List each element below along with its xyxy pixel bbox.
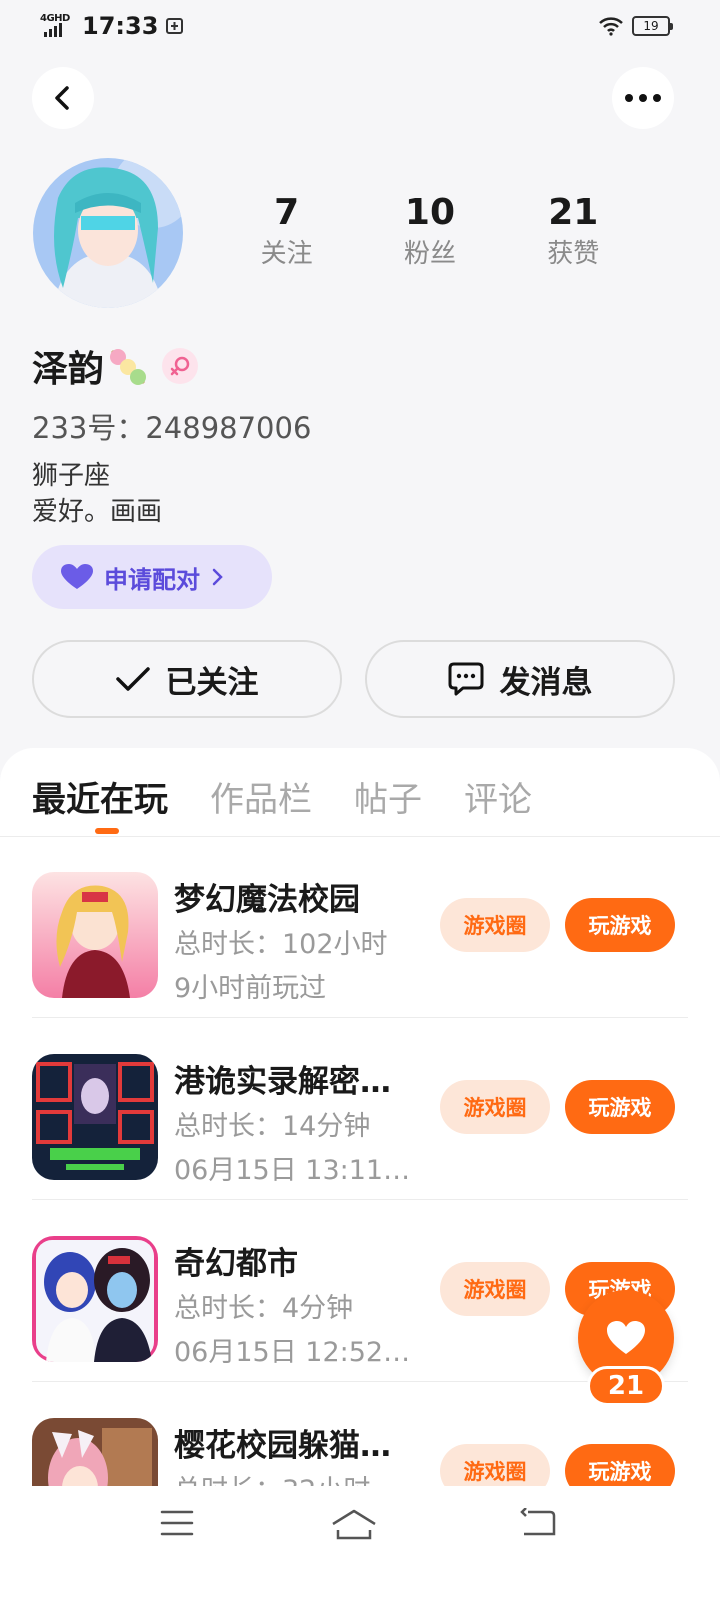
clock: 17:33	[82, 12, 159, 40]
game-title: 梦幻魔法校园	[174, 882, 360, 918]
game-duration: 总时长：102小时	[174, 929, 388, 960]
content-panel: 最近在玩 作品栏 帖子 评论 梦幻魔法校园 总时长：102小时 9小时前玩过 游…	[0, 748, 720, 1600]
user-bio: 狮子座 爱好。画画	[32, 458, 162, 530]
name-row: 泽韵	[32, 340, 199, 392]
game-title: 奇幻都市	[174, 1246, 298, 1282]
game-duration: 总时长：14分钟	[174, 1111, 371, 1142]
more-dots-icon	[625, 94, 661, 102]
user-name: 泽韵	[32, 349, 105, 390]
play-game-button[interactable]: 玩游戏	[565, 898, 675, 952]
heart-icon	[607, 1321, 645, 1354]
game-circle-button[interactable]: 游戏圈	[440, 898, 550, 952]
user-id: 233号：248987006	[32, 411, 312, 445]
following-count: 7	[274, 192, 300, 233]
chevron-right-icon	[212, 568, 223, 586]
screen-record-icon	[166, 18, 184, 34]
tab-works[interactable]: 作品栏	[210, 772, 312, 821]
tab-comments[interactable]: 评论	[464, 772, 532, 821]
likes-label: 获赞	[547, 239, 600, 269]
battery-icon: 19	[632, 16, 673, 36]
system-nav-bar	[0, 1486, 720, 1600]
game-duration: 总时长：4分钟	[174, 1293, 354, 1324]
stat-fans[interactable]: 10 粉丝	[365, 190, 495, 272]
fans-label: 粉丝	[403, 239, 456, 269]
game-last-played: 06月15日 13:11…	[174, 1155, 411, 1186]
following-button[interactable]: 已关注	[32, 640, 342, 718]
more-options-button[interactable]	[612, 67, 674, 129]
game-last-played: 9小时前玩过	[174, 973, 327, 1004]
profile-stats: 7 关注 10 粉丝 21 获赞	[215, 190, 645, 272]
wifi-icon	[599, 17, 623, 36]
stat-following[interactable]: 7 关注	[222, 190, 352, 272]
game-last-played: 06月15日 12:52…	[174, 1337, 411, 1368]
game-circle-button[interactable]: 游戏圈	[440, 1080, 550, 1134]
game-list-item[interactable]: 港诡实录解密… 总时长：14分钟 06月15日 13:11… 游戏圈 玩游戏	[32, 1018, 688, 1200]
likes-count: 21	[548, 192, 599, 233]
fans-count: 10	[404, 192, 456, 233]
send-message-label: 发消息	[499, 664, 593, 701]
dango-badge-icon	[110, 349, 147, 385]
menu-icon[interactable]	[160, 1508, 194, 1538]
bio-line: 爱好。画画	[32, 497, 163, 527]
tab-recently-played[interactable]: 最近在玩	[32, 772, 168, 821]
play-game-button[interactable]: 玩游戏	[565, 1080, 675, 1134]
like-count-badge: 21	[587, 1366, 665, 1406]
game-title: 港诡实录解密…	[174, 1064, 391, 1100]
apply-match-button[interactable]: 申请配对	[32, 545, 272, 609]
following-label: 关注	[260, 239, 313, 269]
cellular-signal-icon: 4GHD	[40, 13, 74, 39]
game-icon	[32, 1054, 158, 1180]
tab-bar: 最近在玩 作品栏 帖子 评论	[32, 772, 532, 821]
active-tab-indicator	[95, 828, 119, 834]
game-icon	[32, 872, 158, 998]
avatar[interactable]	[33, 158, 183, 308]
gender-female-icon	[162, 348, 199, 384]
apply-match-label: 申请配对	[104, 565, 200, 594]
tab-posts[interactable]: 帖子	[354, 772, 422, 821]
stat-likes[interactable]: 21 获赞	[508, 190, 638, 272]
chevron-left-icon	[55, 86, 69, 110]
back-button[interactable]	[32, 67, 94, 129]
check-icon	[115, 667, 150, 691]
bio-line: 狮子座	[32, 461, 111, 491]
game-icon	[32, 1236, 158, 1362]
back-nav-icon[interactable]	[520, 1508, 556, 1538]
game-title: 樱花校园躲猫…	[174, 1428, 391, 1464]
following-button-label: 已关注	[165, 664, 259, 701]
home-icon[interactable]	[330, 1508, 378, 1540]
game-list-item[interactable]: 梦幻魔法校园 总时长：102小时 9小时前玩过 游戏圈 玩游戏	[32, 836, 688, 1018]
chat-bubble-icon	[448, 662, 483, 696]
status-bar: 4GHD 17:33 19	[0, 0, 720, 56]
send-message-button[interactable]: 发消息	[365, 640, 675, 718]
game-circle-button[interactable]: 游戏圈	[440, 1262, 550, 1316]
battery-level: 19	[643, 19, 659, 33]
heart-icon	[61, 564, 93, 589]
